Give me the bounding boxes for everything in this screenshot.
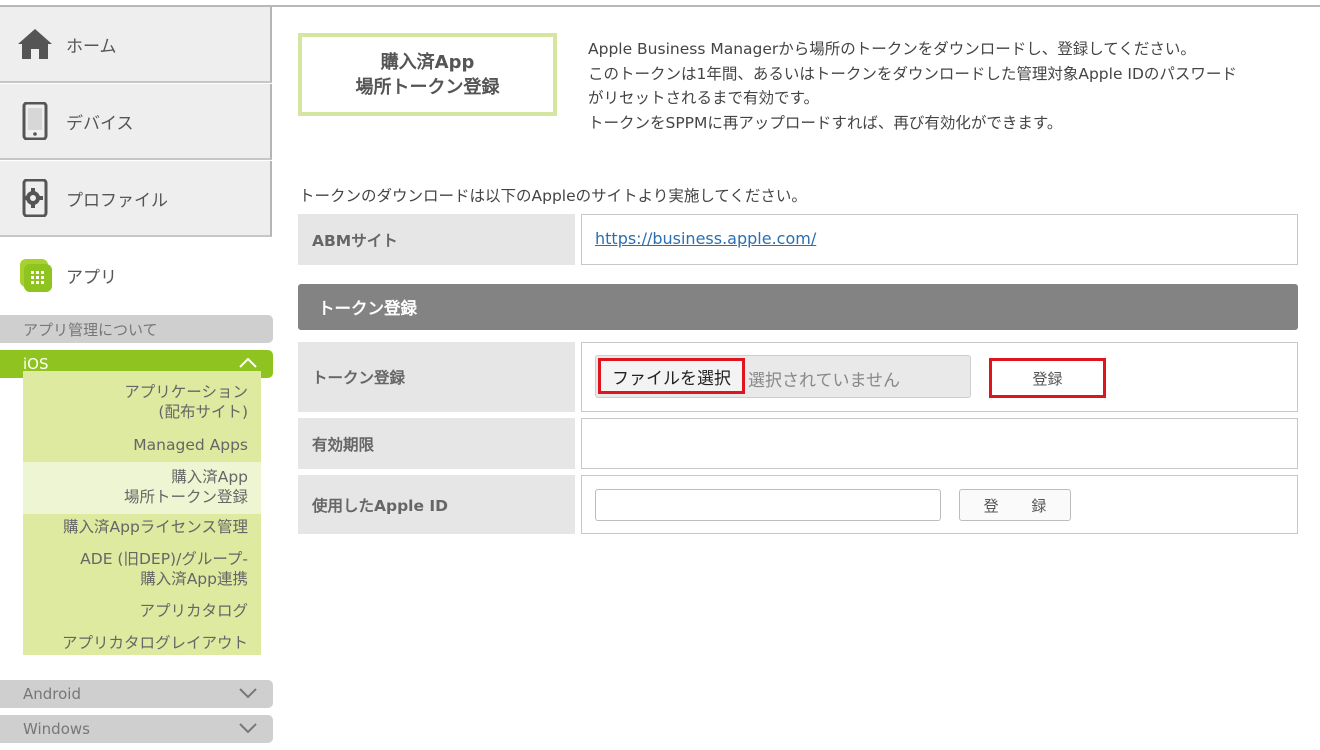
nav-profiles-label: プロファイル (66, 190, 168, 211)
windows-section[interactable]: Windows (0, 715, 273, 743)
nav-apps-label: アプリ (66, 267, 117, 288)
ios-item-label: アプリカタログレイアウト (61, 634, 248, 652)
apple-id-input[interactable] (595, 489, 941, 521)
file-status-text: 選択されていません (748, 371, 900, 391)
token-register-value: ファイルを選択 選択されていません 登録 (581, 342, 1298, 412)
android-section[interactable]: Android (0, 680, 273, 708)
file-input[interactable]: ファイルを選択 選択されていません (595, 355, 971, 398)
about-apps-label: アプリ管理について (23, 320, 158, 339)
description-line: がリセットされるまで有効です。 (588, 89, 819, 107)
register-apple-id-button[interactable]: 登 録 (959, 489, 1071, 521)
nav-home[interactable]: ホーム (0, 7, 272, 83)
ios-item-ade-group[interactable]: ADE (旧DEP)/グループ- 購入済App連携 (23, 549, 261, 589)
token-register-label: トークン登録 (298, 342, 575, 412)
ios-item-app-catalog[interactable]: アプリカタログ (23, 601, 261, 621)
ios-item-label: アプリカタログ (139, 602, 248, 620)
ios-submenu: アプリケーション (配布サイト) Managed Apps 購入済App 場所ト… (23, 371, 261, 655)
apps-icon (16, 255, 54, 295)
smartphone-icon (16, 101, 54, 141)
ios-item-managed-apps[interactable]: Managed Apps (23, 435, 261, 455)
token-section-heading: トークン登録 (298, 284, 1298, 330)
ios-item-label: ADE (旧DEP)/グループ- (80, 550, 248, 568)
register-token-button[interactable]: 登録 (989, 358, 1106, 398)
expiry-label: 有効期限 (298, 418, 575, 469)
chevron-down-icon (239, 721, 257, 739)
android-label: Android (23, 685, 81, 703)
nav-devices[interactable]: デバイス (0, 84, 272, 160)
page-title-line: 購入済App (380, 51, 475, 73)
ios-item-label: 購入済App (171, 468, 248, 486)
nav-profiles[interactable]: プロファイル (0, 161, 272, 237)
expiry-value (581, 418, 1298, 469)
ios-item-label: (配布サイト) (158, 403, 248, 421)
page-title-line: 場所トークン登録 (355, 76, 500, 98)
ios-item-label: Managed Apps (133, 436, 248, 454)
ios-item-label: 場所トークン登録 (123, 488, 248, 506)
chevron-down-icon (239, 686, 257, 704)
about-apps-item[interactable]: アプリ管理について (0, 315, 273, 343)
ios-item-license-management[interactable]: 購入済Appライセンス管理 (23, 517, 261, 537)
device-settings-icon (16, 178, 54, 218)
description-line: Apple Business Managerから場所のトークンをダウンロードし、… (588, 40, 1196, 58)
ios-item-label: 購入済App連携 (140, 570, 248, 588)
abm-site-label: ABMサイト (298, 214, 575, 265)
abm-site-link[interactable]: https://business.apple.com/ (595, 229, 816, 248)
ios-item-label: 購入済Appライセンス管理 (63, 518, 248, 536)
home-icon (16, 24, 54, 64)
ios-item-location-token[interactable]: 購入済App 場所トークン登録 (23, 462, 261, 514)
nav-home-label: ホーム (66, 36, 117, 57)
page-title: 購入済App 場所トークン登録 (298, 33, 557, 116)
apple-id-row: 登 録 (581, 475, 1298, 534)
ios-item-app-distribution[interactable]: アプリケーション (配布サイト) (23, 382, 261, 422)
sidebar: ホーム デバイス プロファイル アプリ アプリ管理について iOS アプリケーシ… (0, 7, 273, 750)
windows-label: Windows (23, 720, 90, 738)
nav-devices-label: デバイス (66, 113, 134, 134)
page-description: Apple Business Managerから場所のトークンをダウンロードし、… (588, 37, 1308, 135)
description-line: このトークンは1年間、あるいはトークンをダウンロードした管理対象Apple ID… (588, 64, 1237, 83)
description-line: トークンをSPPMに再アップロードすれば、再び有効化ができます。 (588, 113, 1063, 132)
download-note: トークンのダウンロードは以下のAppleのサイトより実施してください。 (299, 187, 807, 205)
apple-id-label: 使用したApple ID (298, 475, 575, 534)
nav-apps[interactable]: アプリ (0, 240, 272, 310)
ios-item-label: アプリケーション (124, 383, 248, 401)
choose-file-button[interactable]: ファイルを選択 (598, 358, 745, 394)
abm-site-value: https://business.apple.com/ (581, 214, 1298, 265)
ios-item-catalog-layout[interactable]: アプリカタログレイアウト (23, 633, 261, 653)
